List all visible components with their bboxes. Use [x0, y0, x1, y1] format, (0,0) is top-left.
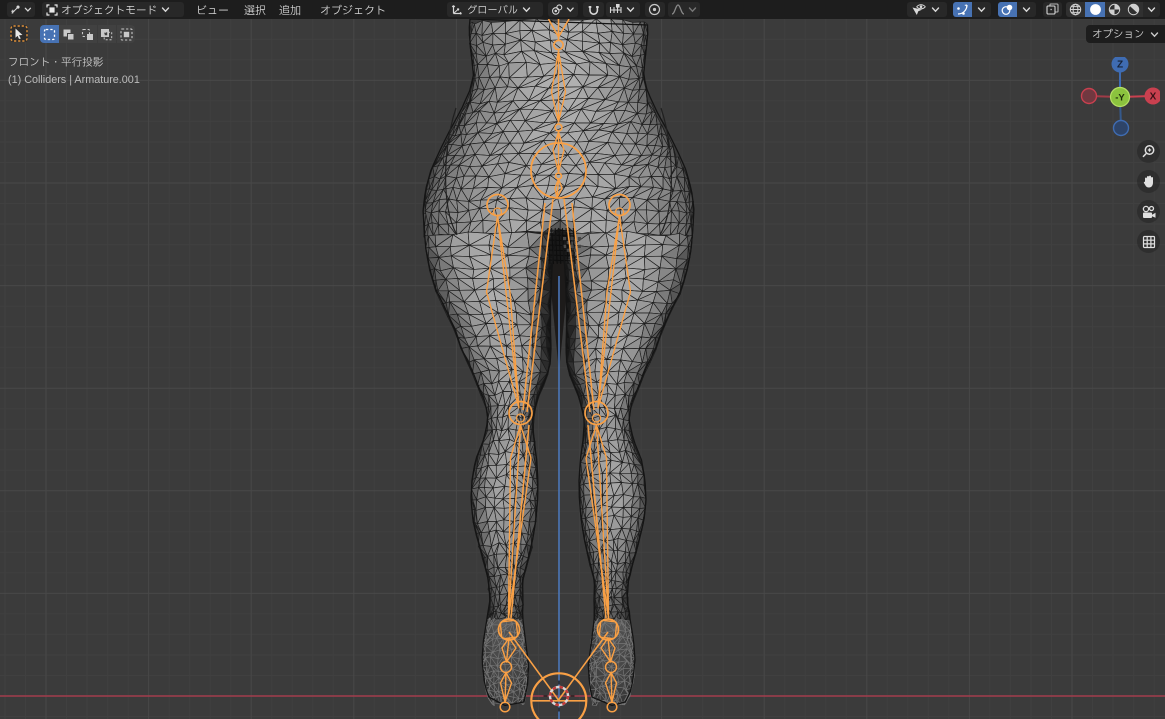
svg-text:-Y: -Y: [1115, 93, 1125, 104]
svg-text:X: X: [1150, 92, 1157, 103]
svg-text:Z: Z: [1117, 60, 1123, 71]
